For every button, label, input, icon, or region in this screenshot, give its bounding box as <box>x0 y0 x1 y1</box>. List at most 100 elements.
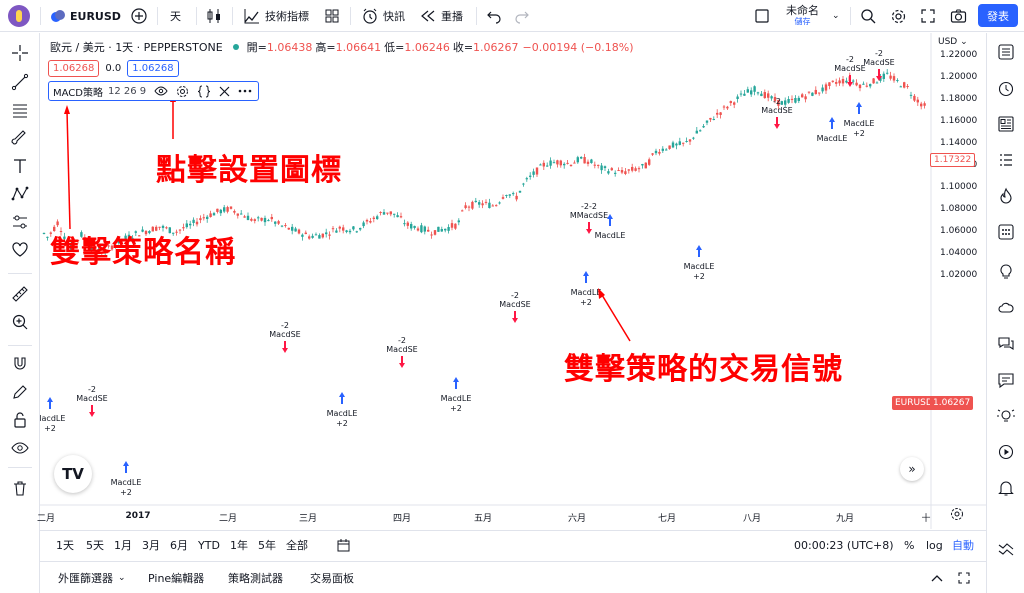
favorites-tool[interactable] <box>9 239 31 261</box>
notifications-button[interactable] <box>995 477 1017 499</box>
text-tool[interactable] <box>9 155 31 177</box>
short-entry-signal[interactable]: -2MacdSE <box>386 336 418 368</box>
alerts-panel-button[interactable] <box>995 77 1017 99</box>
indicators-button[interactable]: 技術指標 <box>244 0 309 32</box>
long-entry-signal[interactable]: MacdLE+2 <box>571 271 602 307</box>
hotlists-button[interactable] <box>995 185 1017 207</box>
auto-toggle[interactable]: 自動 <box>952 531 974 559</box>
layout-name-button[interactable]: 未命名 儲存 <box>786 0 819 32</box>
snapshot-button[interactable] <box>950 0 967 32</box>
range-button[interactable]: 6月 <box>170 531 188 559</box>
zoom-tool[interactable] <box>9 311 31 333</box>
range-button[interactable]: 1年 <box>230 531 248 559</box>
fib-tool[interactable] <box>9 99 31 121</box>
replay-button[interactable]: 重播 <box>420 0 463 32</box>
currency-selector[interactable]: USD ⌄ <box>938 37 968 47</box>
user-avatar[interactable] <box>8 5 30 27</box>
chart-type-button[interactable] <box>206 0 222 32</box>
chart-pane[interactable]: MacdLE+2 -2MacdSE MacdLE+2 -2MacdSE MacdLE+2… <box>37 33 986 529</box>
symbol-legend[interactable]: 歐元 / 美元 · 1天 · PEPPERSTONE 開= 1.06438 高= 1… <box>50 39 634 55</box>
tab-screener[interactable]: 外匯篩選器 ⌄ <box>58 562 126 593</box>
goto-date-button[interactable] <box>336 531 351 559</box>
buy-button[interactable]: 1.06268 <box>127 60 179 77</box>
source-code-button[interactable] <box>197 85 211 98</box>
long-entry-signal[interactable]: MacdLE+2 <box>684 245 715 281</box>
tab-trading-panel[interactable]: 交易面板 <box>310 562 354 593</box>
scroll-to-realtime-button[interactable]: » <box>900 457 924 481</box>
measure-tool[interactable] <box>9 283 31 305</box>
range-button[interactable]: 全部 <box>286 531 308 559</box>
strategy-legend[interactable]: MACD策略 12 26 9 <box>48 81 260 101</box>
prediction-tool[interactable] <box>9 211 31 233</box>
tab-pine-editor[interactable]: Pine編輯器 <box>148 562 204 593</box>
collapse-panel-button[interactable] <box>930 562 944 593</box>
long-entry-signal[interactable]: MacdLE+2 <box>327 392 358 428</box>
remove-strategy-button[interactable] <box>219 86 230 97</box>
calendar-button[interactable] <box>995 221 1017 243</box>
range-button[interactable]: 5天 <box>86 531 104 559</box>
long-entry-signal[interactable]: MacdLE+2 <box>844 102 875 138</box>
strategy-settings-button[interactable] <box>176 85 189 98</box>
candle <box>270 213 273 222</box>
news-button[interactable] <box>995 113 1017 135</box>
undo-button[interactable] <box>486 0 502 32</box>
candle <box>705 120 709 126</box>
watchlist-button[interactable] <box>995 41 1017 63</box>
tradingview-logo[interactable]: TV <box>54 455 92 493</box>
visibility-toggle[interactable] <box>154 85 168 97</box>
layout-menu-button[interactable]: ⌄ <box>832 0 840 32</box>
chart-settings-button[interactable] <box>950 507 964 525</box>
short-entry-signal[interactable]: -2MacdSE <box>499 291 531 323</box>
symbol-search-button[interactable]: EURUSD <box>50 0 121 32</box>
long-entry-signal[interactable]: MacdLE+2 <box>441 377 472 413</box>
long-entry-signal[interactable]: MacdLE+2 <box>111 461 142 497</box>
broadcast-button[interactable] <box>995 441 1017 463</box>
chats-button[interactable] <box>995 333 1017 355</box>
maximize-panel-button[interactable] <box>958 562 970 593</box>
timezone-clock[interactable]: 00:00:23 (UTC+8) <box>794 531 894 559</box>
more-options-button[interactable] <box>238 89 252 93</box>
help-button[interactable] <box>995 405 1017 427</box>
range-button[interactable]: 5年 <box>258 531 276 559</box>
short-entry-signal[interactable]: -2-2MMacdSE <box>570 202 608 234</box>
publish-button[interactable]: 發表 <box>978 4 1018 27</box>
sell-button[interactable]: 1.06268 <box>48 60 100 77</box>
tab-strategy-tester[interactable]: 策略測試器 <box>228 562 283 593</box>
strategy-name[interactable]: MACD策略 <box>53 84 103 99</box>
stay-in-drawing-tool[interactable] <box>9 381 31 403</box>
ideas-button[interactable] <box>995 261 1017 283</box>
short-entry-signal[interactable]: -2MacdSE <box>269 321 301 353</box>
crosshair-tool[interactable] <box>9 42 31 64</box>
compare-button[interactable] <box>130 0 148 32</box>
streams-button[interactable] <box>995 297 1017 319</box>
data-window-button[interactable] <box>995 149 1017 171</box>
alert-button[interactable]: 快訊 <box>362 0 405 32</box>
log-toggle[interactable]: log <box>926 531 943 559</box>
interval-button[interactable]: 天 <box>170 0 181 32</box>
annotation-double-click-name: 雙擊策略名稱 <box>50 235 236 270</box>
lock-drawings-tool[interactable] <box>9 409 31 431</box>
hide-drawings-tool[interactable] <box>9 437 31 459</box>
settings-button[interactable] <box>890 0 907 32</box>
remove-drawings-tool[interactable] <box>9 477 31 499</box>
multi-chart-layout-button[interactable] <box>754 0 770 32</box>
range-button[interactable]: YTD <box>198 531 220 559</box>
brush-tool[interactable] <box>9 127 31 149</box>
trend-line-tool[interactable] <box>9 71 31 93</box>
pattern-tool[interactable] <box>9 183 31 205</box>
range-button[interactable]: 1天 <box>56 531 74 559</box>
percent-toggle[interactable]: % <box>904 531 914 559</box>
price-tick: 1.02000 <box>940 270 978 280</box>
magnet-tool[interactable] <box>9 353 31 375</box>
range-button[interactable]: 1月 <box>114 531 132 559</box>
long-entry-signal[interactable]: MacdLE+2 <box>40 397 65 433</box>
messages-button[interactable] <box>995 369 1017 391</box>
layout-templates-button[interactable] <box>324 0 340 32</box>
short-entry-signal[interactable]: -2MacdSE <box>76 385 108 417</box>
quick-search-button[interactable] <box>860 0 876 32</box>
price-chart-svg[interactable]: MacdLE+2 -2MacdSE MacdLE+2 -2MacdSE MacdLE+2… <box>40 33 986 529</box>
range-button[interactable]: 3月 <box>142 531 160 559</box>
redo-button[interactable] <box>514 0 530 32</box>
fullscreen-button[interactable] <box>920 0 936 32</box>
order-panel-button[interactable] <box>995 537 1017 559</box>
